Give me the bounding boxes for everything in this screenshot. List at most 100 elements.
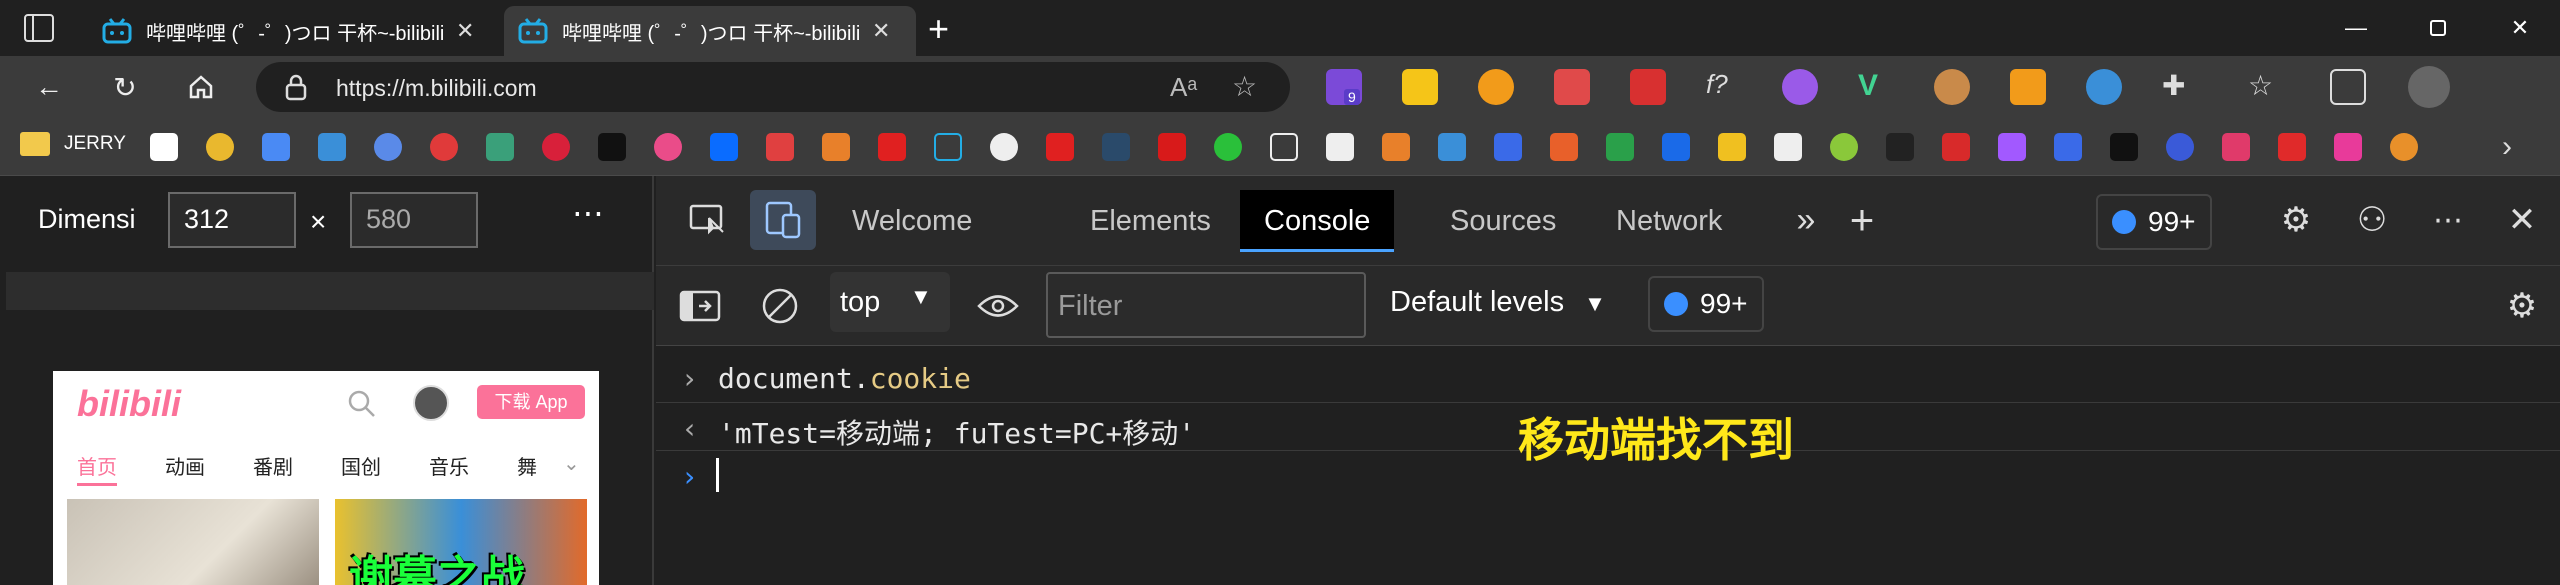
dribbble-icon[interactable] [654,133,682,161]
bookmark-icon-38[interactable] [2222,133,2250,161]
issues-badge[interactable]: 99+ [2096,194,2212,250]
home-button[interactable] [178,64,224,110]
nav-guochuang[interactable]: 国创 [341,451,381,480]
more-menu-icon[interactable]: ⋯ [2418,190,2478,250]
more-options-icon[interactable]: ⋯ [572,194,606,232]
extension-icon-11[interactable] [2086,69,2122,105]
bookmark-icon-28[interactable] [1662,133,1690,161]
translate-icon-2[interactable] [318,133,346,161]
download-app-button[interactable]: 下载 App [477,385,585,419]
bookmarks-overflow-icon[interactable]: › [2502,130,2512,164]
bookmark-icon-25[interactable] [1494,133,1522,161]
height-input[interactable]: 580 [350,192,478,248]
minimize-button[interactable]: — [2316,0,2396,56]
bookmark-icon-37[interactable] [2166,133,2194,161]
tab-sources[interactable]: Sources [1426,190,1580,252]
device-toolbar-toggle[interactable] [750,190,816,250]
more-tabs-icon[interactable]: » [1776,190,1836,250]
tab-console[interactable]: Console [1240,190,1395,252]
bookmark-icon-26[interactable] [1550,133,1578,161]
function-icon[interactable]: f? [1706,69,1742,105]
nav-dance[interactable]: 舞 [517,451,537,480]
tab-actions-icon[interactable] [24,14,54,42]
inspect-element-button[interactable] [676,190,742,250]
youtube-icon[interactable] [878,133,906,161]
globe-icon[interactable] [374,133,402,161]
bookmark-icon-13[interactable] [822,133,850,161]
bookmark-icon-32[interactable] [1886,133,1914,161]
wechat-icon[interactable] [1214,133,1242,161]
pinterest-icon[interactable] [542,133,570,161]
toolbar-issues-badge[interactable]: 99+ [1648,276,1764,332]
weibo-icon[interactable] [430,133,458,161]
media-query-bar[interactable] [6,272,654,310]
tab-welcome[interactable]: Welcome [828,190,996,252]
extension-icon-3[interactable] [1478,69,1514,105]
nav-home[interactable]: 首页 [77,451,117,480]
codepen-icon[interactable] [1326,133,1354,161]
chevron-down-icon[interactable]: ⌄ [563,451,580,476]
add-tab-icon[interactable]: + [1832,190,1892,250]
extension-icon-4[interactable] [1554,69,1590,105]
bookmark-icon-23[interactable] [1382,133,1410,161]
tab-elements[interactable]: Elements [1066,190,1235,252]
search-icon[interactable] [347,389,377,424]
extension-icon-2[interactable] [1402,69,1438,105]
console-settings-gear-icon[interactable]: ⚙ [2492,276,2552,336]
bookmark-icon-21[interactable] [1270,133,1298,161]
width-input[interactable]: 312 [168,192,296,248]
bilibili-bookmark-icon[interactable] [934,133,962,161]
bookmark-icon-19[interactable] [1158,133,1186,161]
back-button[interactable]: ← [26,64,72,110]
close-devtools-icon[interactable]: ✕ [2492,190,2552,250]
favorites-icon[interactable]: ☆ [2248,69,2284,105]
bookmark-icon-29[interactable] [1718,133,1746,161]
bookmark-icon-35[interactable] [2054,133,2082,161]
figma-icon[interactable] [1998,133,2026,161]
collections-icon[interactable] [2330,69,2366,105]
tab-close-icon[interactable]: ✕ [872,18,890,44]
extension-icon-10[interactable] [2010,69,2046,105]
address-bar[interactable]: https://m.bilibili.com Aᵃ ☆ [256,62,1290,112]
tab-close-icon[interactable]: ✕ [456,18,474,44]
video-thumbnail-1[interactable] [67,499,319,585]
nav-music[interactable]: 音乐 [429,451,469,480]
github-icon[interactable] [990,133,1018,161]
live-expression-eye-icon[interactable] [968,276,1028,336]
nav-anime[interactable]: 动画 [165,451,205,480]
read-aloud-icon[interactable]: Aᵃ [1170,72,1197,103]
bookmark-icon-12[interactable] [766,133,794,161]
bookmark-icon-39[interactable] [2278,133,2306,161]
bookmark-icon-41[interactable] [2390,133,2418,161]
phone-viewport[interactable]: bilibili 下载 App 首页 动画 番剧 国创 音乐 舞 ⌄ 谢幕之战 [53,371,599,585]
bookmark-icon-17[interactable] [1046,133,1074,161]
zhihu-icon[interactable] [710,133,738,161]
tab-network[interactable]: Network [1592,190,1746,252]
bookmark-icon-27[interactable] [1606,133,1634,161]
cookie-icon[interactable] [1934,69,1970,105]
tab-bilibili-1[interactable]: 哔哩哔哩 (゜-゜)つロ 干杯~-bilibili ✕ [88,6,500,56]
clear-console-icon[interactable] [750,276,810,336]
close-window-button[interactable]: ✕ [2480,0,2560,56]
bookmark-icon-18[interactable] [1102,133,1130,161]
bookmark-icon-9[interactable] [598,133,626,161]
console-result-value[interactable]: 'mTest=移动端; fuTest=PC+移动' [718,412,1195,452]
avatar[interactable] [413,385,449,421]
filter-input[interactable]: Filter [1046,272,1366,338]
bookmark-icon-40[interactable] [2334,133,2362,161]
refresh-button[interactable]: ↻ [102,64,148,110]
bilibili-logo[interactable]: bilibili [77,383,181,425]
lock-icon[interactable] [284,73,308,106]
gmail-icon[interactable] [150,133,178,161]
sidebar-toggle-icon[interactable] [670,276,730,336]
context-selector[interactable]: top ▼ [830,272,950,332]
bookmark-icon-30[interactable] [1774,133,1802,161]
bookmark-icon-7[interactable] [486,133,514,161]
customize-icon[interactable]: ⚇ [2342,190,2402,250]
bookmark-icon-24[interactable] [1438,133,1466,161]
bookmark-icon-31[interactable] [1830,133,1858,161]
settings-gear-icon[interactable]: ⚙ [2266,190,2326,250]
chrome-icon[interactable] [206,133,234,161]
nav-bangumi[interactable]: 番剧 [253,451,293,480]
extension-icon-1[interactable]: 9 [1326,69,1362,105]
